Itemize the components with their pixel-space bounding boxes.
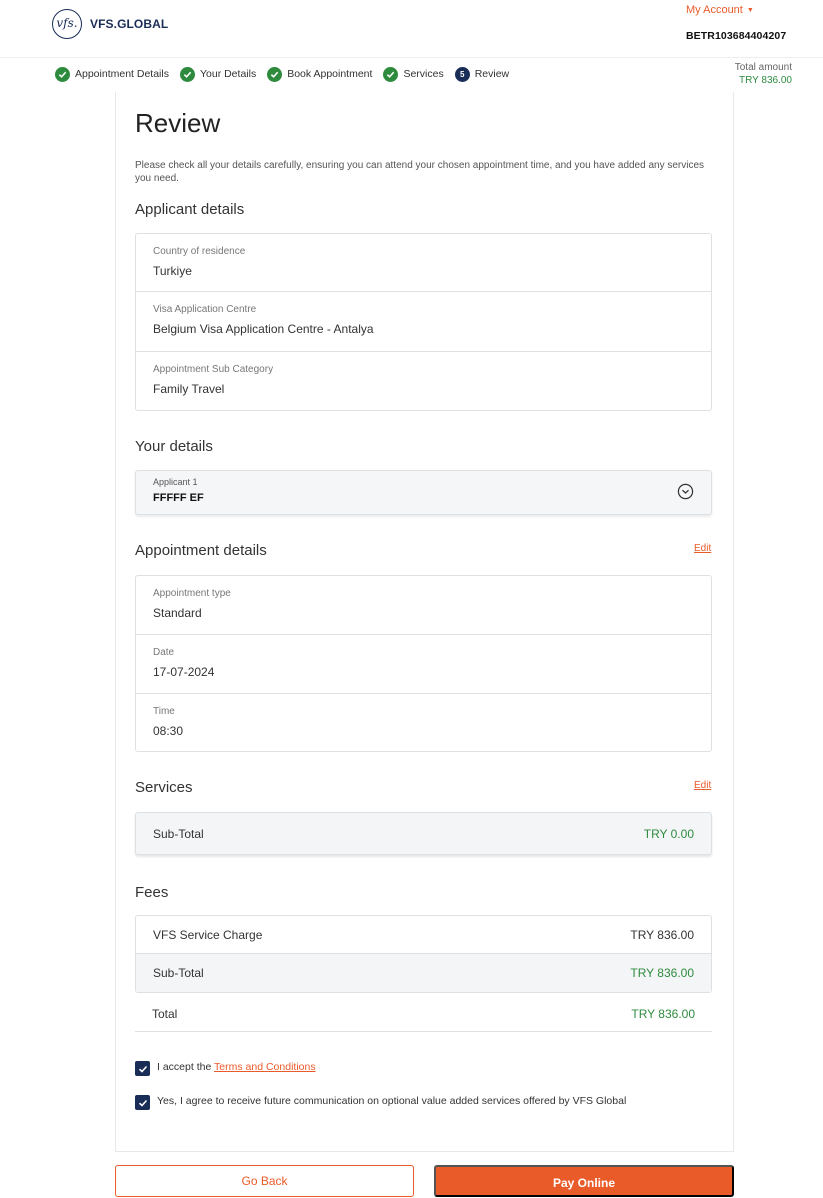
fee-subtotal-row: Sub-Total TRY 836.00	[136, 954, 711, 992]
subtotal-label: Sub-Total	[153, 826, 204, 841]
page-title: Review	[135, 108, 221, 138]
field-time: Time 08:30	[136, 694, 711, 751]
field-visa-application-centre: Visa Application Centre Belgium Visa App…	[136, 292, 711, 352]
your-details-heading: Your details	[135, 438, 213, 455]
appointment-details-heading: Appointment details	[135, 542, 267, 559]
applicant-details-heading: Applicant details	[135, 201, 245, 218]
check-icon	[138, 1065, 147, 1073]
terms-and-conditions-link[interactable]: Terms and Conditions	[214, 1061, 316, 1073]
applicant-accordion[interactable]: Applicant 1 FFFFF EF	[135, 470, 712, 515]
fees-heading: Fees	[135, 884, 169, 901]
top-header: vfs. VFS.GLOBAL My Account ▼ BETR10368440…	[0, 0, 823, 58]
fee-subtotal-value: TRY 836.00	[630, 966, 694, 980]
check-icon	[267, 66, 283, 82]
services-heading: Services	[135, 779, 193, 796]
total-amount-label: Total amount	[734, 62, 792, 73]
my-account-menu[interactable]: My Account ▼	[686, 4, 754, 16]
check-icon	[138, 1099, 147, 1107]
fee-total-row: Total TRY 836.00	[135, 996, 712, 1032]
step-label: Services	[403, 68, 444, 80]
fees-box: VFS Service Charge TRY 836.00 Sub-Total …	[135, 915, 712, 993]
field-appointment-type: Appointment type Standard	[136, 576, 711, 635]
terms-consent-text: I accept the Terms and Conditions	[157, 1061, 316, 1073]
fee-service-charge-row: VFS Service Charge TRY 836.00	[136, 916, 711, 954]
total-amount-value: TRY 836.00	[738, 75, 792, 86]
step-label: Review	[474, 68, 510, 80]
field-value: 17-07-2024	[153, 665, 215, 679]
reference-number: BETR103684404207	[686, 30, 787, 42]
fee-label: VFS Service Charge	[153, 927, 263, 942]
step-appointment-details: Appointment Details	[55, 66, 169, 82]
step-services: Services	[383, 66, 444, 82]
step-number-badge: 5	[454, 66, 470, 82]
total-amount-summary: Total amount TRY 836.00	[730, 61, 792, 87]
step-label: Appointment Details	[75, 68, 169, 80]
go-back-button[interactable]: Go Back	[115, 1165, 414, 1197]
caret-down-icon: ▼	[746, 7, 754, 14]
field-label: Visa Application Centre	[153, 304, 257, 315]
field-value: Standard	[153, 606, 202, 620]
step-review: 5 Review	[454, 66, 510, 82]
edit-appointment-link[interactable]: Edit	[694, 543, 711, 554]
edit-services-link[interactable]: Edit	[694, 780, 711, 791]
field-appointment-sub-category: Appointment Sub Category Family Travel	[136, 352, 711, 410]
step-book-appointment: Book Appointment	[267, 66, 373, 82]
step-your-details: Your Details	[179, 66, 257, 82]
intro-text: Please check all your details carefully,…	[135, 160, 705, 184]
applicant-details-box: Country of residence Turkiye Visa Applic…	[135, 233, 712, 411]
pay-online-button[interactable]: Pay Online	[434, 1165, 734, 1197]
marketing-consent-text: Yes, I agree to receive future communica…	[157, 1095, 627, 1107]
field-label: Time	[153, 706, 175, 717]
services-subtotal-box: Sub-Total TRY 0.00	[135, 812, 712, 855]
check-icon	[55, 66, 70, 82]
applicant-label: Applicant 1	[153, 477, 198, 487]
field-label: Date	[153, 647, 175, 658]
subtotal-value: TRY 0.00	[643, 826, 694, 841]
field-label: Country of residence	[153, 246, 246, 257]
terms-checkbox[interactable]	[135, 1061, 150, 1076]
fee-value: TRY 836.00	[630, 927, 694, 942]
logo-text[interactable]: VFS.GLOBAL	[90, 17, 168, 31]
field-country-of-residence: Country of residence Turkiye	[136, 234, 711, 292]
field-value: Belgium Visa Application Centre - Antaly…	[153, 322, 374, 336]
field-value: 08:30	[153, 724, 184, 738]
check-icon	[179, 66, 195, 82]
field-date: Date 17-07-2024	[136, 635, 711, 694]
appointment-details-box: Appointment type Standard Date 17-07-202…	[135, 575, 712, 752]
fee-total-label: Total	[152, 1006, 178, 1021]
field-value: Family Travel	[153, 382, 225, 396]
step-label: Book Appointment	[287, 68, 373, 80]
progress-stepper: Appointment Details Your Details Book Ap…	[55, 66, 520, 82]
logo-mark: vfs.	[56, 16, 78, 30]
step-label: Your Details	[199, 68, 257, 80]
field-label: Appointment Sub Category	[153, 364, 274, 375]
marketing-checkbox[interactable]	[135, 1095, 150, 1110]
fee-subtotal-label: Sub-Total	[153, 966, 204, 980]
field-label: Appointment type	[153, 588, 231, 599]
field-value: Turkiye	[153, 264, 192, 278]
fee-total-value: TRY 836.00	[631, 1006, 695, 1021]
my-account-label: My Account	[686, 4, 743, 16]
services-subtotal-row: Sub-Total TRY 0.00	[136, 813, 711, 854]
terms-prefix: I accept the	[157, 1061, 212, 1073]
check-icon	[383, 66, 399, 82]
vfs-logo-icon[interactable]: vfs.	[52, 9, 82, 39]
applicant-name: FFFFF EF	[153, 492, 204, 504]
chevron-down-icon[interactable]	[677, 483, 694, 500]
